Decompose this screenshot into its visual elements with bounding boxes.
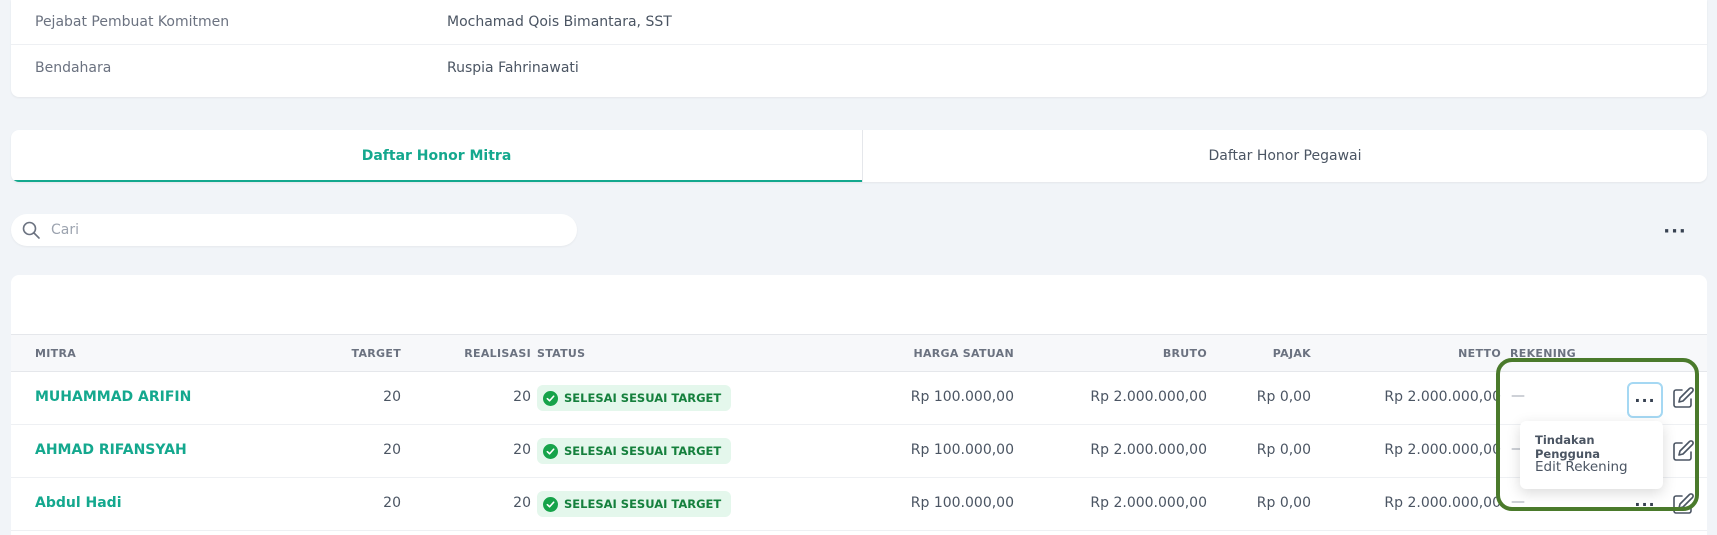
info-row-bendahara: Bendahara Ruspia Fahrinawati [11, 45, 1707, 90]
mitra-name-link[interactable]: AHMAD RIFANSYAH [35, 442, 187, 458]
pajak-value: Rp 0,00 [1256, 389, 1311, 405]
check-circle-icon [543, 390, 558, 406]
netto-value: Rp 2.000.000,00 [1384, 389, 1501, 405]
edit-icon[interactable] [1671, 492, 1695, 516]
header-pajak: PAJAK [1272, 347, 1311, 360]
bruto-value: Rp 2.000.000,00 [1090, 442, 1207, 458]
status-badge: SELESAI SESUAI TARGET [537, 438, 732, 464]
edit-rekening-menu-item[interactable]: Edit Rekening [1535, 459, 1628, 475]
harga-satuan-value: Rp 100.000,00 [910, 389, 1014, 405]
search-input[interactable] [51, 222, 551, 238]
status-label: SELESAI SESUAI TARGET [564, 391, 722, 405]
info-label: Bendahara [35, 59, 112, 76]
check-circle-icon [543, 496, 558, 512]
check-circle-icon [543, 443, 558, 459]
table-row: Abdul Hadi 20 20 SELESAI SESUAI TARGET R… [11, 478, 1707, 531]
header-bruto: BRUTO [1162, 347, 1207, 360]
tab-honor-pegawai[interactable]: Daftar Honor Pegawai [862, 130, 1707, 182]
header-harga-satuan: HARGA SATUAN [913, 347, 1014, 360]
harga-satuan-value: Rp 100.000,00 [910, 495, 1014, 511]
realisasi-value: 20 [513, 442, 531, 458]
row-actions-button[interactable]: ··· [1627, 486, 1663, 522]
realisasi-value: 20 [513, 495, 531, 511]
header-rekening: REKENING [1510, 347, 1576, 360]
more-options-button[interactable]: ··· [1661, 221, 1689, 242]
edit-icon[interactable] [1671, 439, 1695, 463]
target-value: 20 [383, 442, 401, 458]
status-label: SELESAI SESUAI TARGET [564, 497, 722, 511]
header-netto: NETTO [1458, 347, 1501, 360]
info-value: Ruspia Fahrinawati [447, 59, 579, 76]
realisasi-value: 20 [513, 389, 531, 405]
netto-value: Rp 2.000.000,00 [1384, 442, 1501, 458]
rekening-value: — [1511, 388, 1525, 404]
search-bar [11, 214, 577, 246]
info-row-ppk: Pejabat Pembuat Komitmen Mochamad Qois B… [11, 0, 1707, 45]
info-card: Pejabat Pembuat Komitmen Mochamad Qois B… [11, 0, 1707, 97]
info-label: Pejabat Pembuat Komitmen [35, 14, 230, 30]
header-status: STATUS [537, 347, 586, 360]
bruto-value: Rp 2.000.000,00 [1090, 495, 1207, 511]
bruto-value: Rp 2.000.000,00 [1090, 389, 1207, 405]
harga-satuan-value: Rp 100.000,00 [910, 442, 1014, 458]
status-badge: SELESAI SESUAI TARGET [537, 491, 732, 517]
mitra-name-link[interactable]: MUHAMMAD ARIFIN [35, 389, 191, 405]
dropdown-title: Tindakan Pengguna [1535, 433, 1601, 461]
status-label: SELESAI SESUAI TARGET [564, 444, 722, 458]
status-badge: SELESAI SESUAI TARGET [537, 385, 732, 411]
tab-honor-mitra[interactable]: Daftar Honor Mitra [11, 130, 862, 182]
user-actions-dropdown: Tindakan Pengguna Edit Rekening [1520, 421, 1663, 489]
row-actions-button[interactable]: ··· [1627, 382, 1663, 418]
edit-icon[interactable] [1671, 386, 1695, 410]
mitra-name-link[interactable]: Abdul Hadi [35, 495, 122, 511]
header-mitra: MITRA [35, 347, 77, 360]
table-row: AHMAD RIFANSYAH 20 20 SELESAI SESUAI TAR… [11, 425, 1707, 478]
rekening-value: — [1511, 494, 1525, 510]
search-icon [22, 221, 40, 239]
pajak-value: Rp 0,00 [1256, 442, 1311, 458]
pajak-value: Rp 0,00 [1256, 495, 1311, 511]
table-card: MITRA TARGET REALISASI STATUS HARGA SATU… [11, 275, 1707, 535]
tab-bar: Daftar Honor Mitra Daftar Honor Pegawai [11, 130, 1707, 182]
info-value: Mochamad Qois Bimantara, SST [447, 14, 672, 30]
target-value: 20 [383, 389, 401, 405]
netto-value: Rp 2.000.000,00 [1384, 495, 1501, 511]
table-header: MITRA TARGET REALISASI STATUS HARGA SATU… [11, 334, 1707, 372]
header-realisasi: REALISASI [464, 347, 531, 360]
table-row: MUHAMMAD ARIFIN 20 20 SELESAI SESUAI TAR… [11, 372, 1707, 425]
target-value: 20 [383, 495, 401, 511]
header-target: TARGET [351, 347, 401, 360]
